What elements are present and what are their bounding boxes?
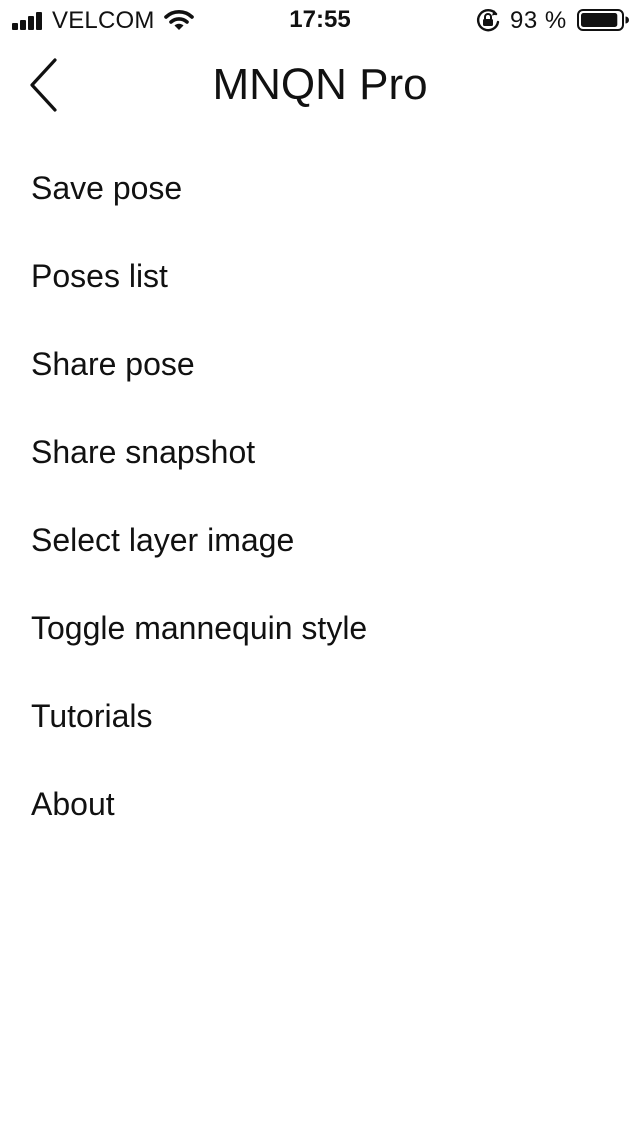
menu-item-share-snapshot[interactable]: Share snapshot [0, 408, 640, 496]
menu-item-label: About [31, 786, 115, 822]
menu-item-save-pose[interactable]: Save pose [0, 144, 640, 232]
page-title: MNQN Pro [212, 60, 428, 109]
menu-item-poses-list[interactable]: Poses list [0, 232, 640, 320]
menu-item-label: Save pose [31, 170, 183, 206]
menu-item-label: Toggle mannequin style [31, 610, 368, 646]
menu-list: Save pose Poses list Share pose Share sn… [0, 144, 640, 848]
battery-percentage: 93 % [510, 7, 567, 34]
menu-item-tutorials[interactable]: Tutorials [0, 672, 640, 760]
menu-item-select-layer-image[interactable]: Select layer image [0, 496, 640, 584]
menu-item-about[interactable]: About [0, 760, 640, 848]
menu-item-label: Share pose [31, 346, 195, 382]
menu-item-label: Select layer image [31, 522, 295, 558]
menu-item-label: Share snapshot [31, 434, 256, 470]
menu-item-share-pose[interactable]: Share pose [0, 320, 640, 408]
menu-item-label: Tutorials [31, 698, 153, 734]
battery-icon [577, 9, 629, 31]
orientation-lock-icon [477, 9, 500, 32]
menu-item-toggle-mannequin-style[interactable]: Toggle mannequin style [0, 584, 640, 672]
navigation-bar: MNQN Pro [0, 40, 640, 132]
status-bar: VELCOM 17:55 93 % [0, 0, 640, 40]
menu-item-label: Poses list [31, 258, 168, 294]
